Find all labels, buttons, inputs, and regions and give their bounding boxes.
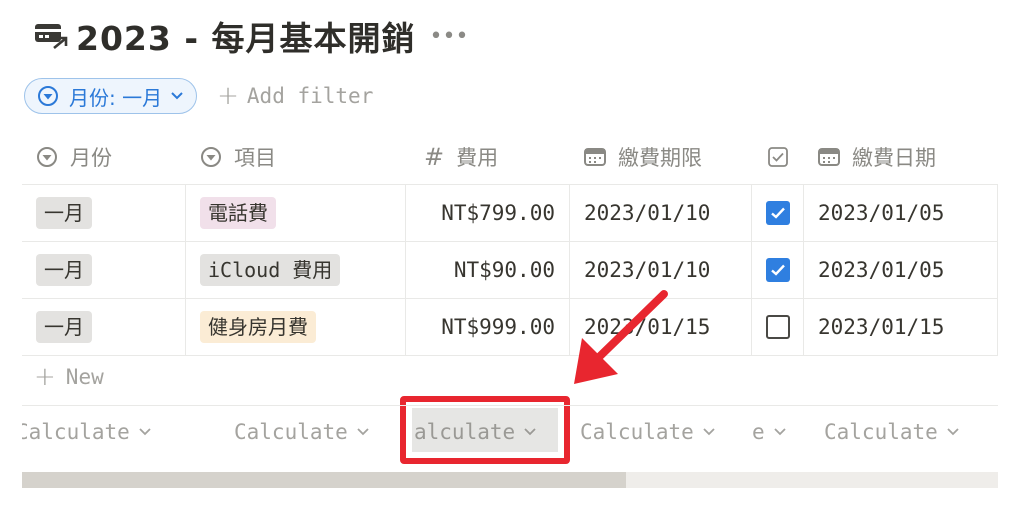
credit-card-arrow-icon [35,24,68,50]
column-header-label: 費用 [456,146,499,170]
calendar-icon [584,148,606,166]
calculate-label: alculate [414,420,516,444]
month-tag: 一月 [36,254,92,286]
cell-paid[interactable] [752,185,804,241]
cell-paid[interactable] [752,242,804,298]
add-filter-button[interactable]: + Add filter [217,81,373,111]
checkbox-unchecked[interactable] [765,315,790,339]
select-icon [37,147,57,167]
checkbox-icon [768,147,788,167]
item-tag: iCloud 費用 [200,254,341,286]
column-header-item[interactable]: 項目 [186,142,406,172]
cell-item[interactable]: 電話費 [186,185,406,241]
column-header-month[interactable]: 月份 [22,142,186,172]
filter-bar: 月份: 一月 + Add filter [24,77,373,115]
cell-due-date[interactable]: 2023/01/10 [570,185,752,241]
checkbox-checked[interactable] [765,258,790,282]
chevron-down-icon [171,92,183,100]
page-title: 2023 - 每月基本開銷 [76,19,416,58]
column-header-cost[interactable]: # 費用 [406,142,570,172]
month-tag: 一月 [36,197,92,229]
cell-item[interactable]: 健身房月費 [186,299,406,355]
annotation-arrow-icon [574,290,668,384]
filter-chip-month[interactable]: 月份: 一月 [24,78,198,114]
table-row[interactable]: 一月 電話費 NT$799.00 2023/01/10 2023/01/05 [22,184,998,241]
chevron-down-icon [357,428,369,436]
column-header-due[interactable]: 繳費期限 [570,142,752,172]
column-header-paid[interactable] [752,147,804,167]
chevron-down-icon [139,428,151,436]
new-row-label: New [65,365,104,389]
table-row[interactable]: 一月 健身房月費 NT$999.00 2023/01/15 2023/01/15 [22,298,998,356]
cell-cost[interactable]: NT$999.00 [406,299,570,355]
scrollbar-thumb[interactable] [22,472,626,488]
plus-icon: + [34,362,56,392]
cell-month[interactable]: 一月 [22,242,186,298]
item-tag: 電話費 [200,197,276,229]
cell-cost[interactable]: NT$90.00 [406,242,570,298]
select-icon [38,86,58,106]
calculate-dropdown-due[interactable]: Calculate [580,416,716,448]
calculate-label: Calculate [234,420,348,444]
add-filter-label: Add filter [246,84,374,108]
calculate-dropdown-month[interactable]: Calculate [22,416,152,448]
cell-paid-date[interactable]: 2023/01/05 [804,185,998,241]
column-header-label: 繳費日期 [852,146,936,170]
plus-icon: + [217,81,239,111]
checkbox-checked[interactable] [765,201,790,225]
column-header-label: 月份 [70,146,112,170]
column-header-label: 項目 [234,146,276,170]
cell-month[interactable]: 一月 [22,299,186,355]
chevron-down-icon [703,428,715,436]
calculate-label: Calculate [580,420,694,444]
calculate-dropdown-paid-date[interactable]: Calculate [824,416,960,448]
filter-chip-label: 月份: 一月 [69,85,163,110]
calculate-dropdown-item[interactable]: Calculate [234,416,370,448]
cell-paid[interactable] [752,299,804,355]
calculate-label: e [752,420,765,444]
page-title-row: 2023 - 每月基本開銷 ••• [34,14,468,58]
chevron-down-icon [524,428,536,436]
column-header-label: 繳費期限 [618,146,702,170]
table-header: 月份 項目 # 費用 繳費期限 繳費日期 [22,130,998,184]
cell-month[interactable]: 一月 [22,185,186,241]
cell-paid-date[interactable]: 2023/01/15 [804,299,998,355]
database-table: 月份 項目 # 費用 繳費期限 繳費日期 一月 電話費 NT$799.00 20… [22,130,998,356]
horizontal-scrollbar[interactable] [22,472,998,488]
calculate-dropdown-paid[interactable]: e [752,416,787,448]
month-tag: 一月 [36,311,92,343]
chevron-down-icon [774,428,786,436]
number-hash-icon: # [424,143,445,171]
calendar-icon [818,148,840,166]
calculate-dropdown-cost[interactable]: alculate [414,416,537,448]
item-tag: 健身房月費 [200,311,316,343]
column-header-paid-date[interactable]: 繳費日期 [804,142,998,172]
cell-item[interactable]: iCloud 費用 [186,242,406,298]
calculate-footer: Calculate Calculate alculate Calculate e… [22,405,998,460]
calculate-label: Calculate [824,420,938,444]
table-row[interactable]: 一月 iCloud 費用 NT$90.00 2023/01/10 2023/01… [22,241,998,298]
chevron-down-icon [947,428,959,436]
ellipsis-icon[interactable]: ••• [430,24,469,49]
calculate-label: Calculate [22,420,130,444]
cell-paid-date[interactable]: 2023/01/05 [804,242,998,298]
select-icon [201,147,221,167]
new-row-button[interactable]: + New [34,362,104,392]
cell-cost[interactable]: NT$799.00 [406,185,570,241]
